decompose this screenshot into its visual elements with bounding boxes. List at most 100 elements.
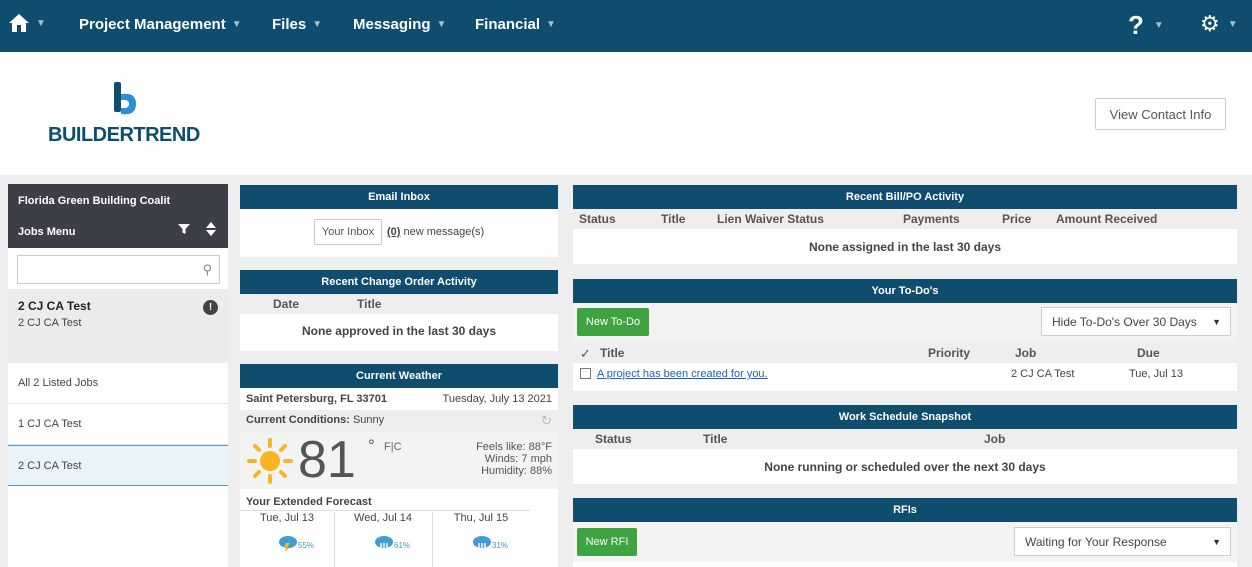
builder-name: Florida Green Building Coalit: [18, 195, 171, 207]
widget-title: Current Weather: [240, 364, 558, 388]
weather-date: Tuesday, July 13 2021: [442, 393, 552, 405]
nav-label: Project Management: [79, 16, 226, 33]
jobs-menu-title: Jobs Menu: [18, 226, 76, 238]
precip-percent: 61%: [394, 541, 411, 550]
view-contact-info-button[interactable]: View Contact Info: [1095, 98, 1226, 130]
divider: [334, 512, 335, 567]
weather-location: Saint Petersburg, FL 33701: [246, 393, 388, 405]
new-todo-button[interactable]: New To-Do: [577, 308, 649, 336]
todo-filter-select[interactable]: Hide To-Do's Over 30 Days ▼: [1041, 307, 1231, 336]
forecast-title: Your Extended Forecast: [246, 496, 372, 508]
widget-title: Email Inbox: [240, 185, 558, 209]
sun-icon: [247, 438, 293, 484]
thunderstorm-icon: [279, 536, 297, 552]
column-header[interactable]: Price: [1002, 212, 1031, 226]
job-list-item[interactable]: 1 CJ CA Test: [8, 404, 228, 445]
rain-icon: [473, 536, 491, 549]
todo-checkbox[interactable]: [580, 368, 591, 379]
buildertrend-logo: BUILDERTREND: [48, 82, 208, 152]
column-header[interactable]: Title: [357, 297, 381, 311]
forecast-day: Thu, Jul 15 31%: [434, 512, 528, 557]
column-header[interactable]: Job: [1015, 346, 1036, 360]
forecast-day-label: Thu, Jul 15: [453, 512, 509, 524]
settings-menu[interactable]: ⚙ ▼: [1200, 11, 1238, 37]
empty-message: None assigned in the last 30 days: [808, 240, 1002, 254]
todo-due: Tue, Jul 13: [1129, 368, 1184, 380]
help-menu[interactable]: ? ▼: [1128, 10, 1164, 41]
divider: [432, 512, 433, 567]
empty-message: None approved in the last 30 days: [301, 324, 497, 338]
column-header-row: ✓ Title Priority Job Due: [573, 343, 1237, 363]
nav-messaging[interactable]: Messaging ▼: [353, 16, 446, 33]
home-icon: [9, 14, 29, 32]
job-list-item-selected[interactable]: 2 CJ CA Test: [8, 445, 228, 486]
rain-icon: [375, 536, 393, 549]
job-list-label: 1 CJ CA Test: [18, 418, 82, 430]
column-header[interactable]: Status: [579, 212, 616, 226]
conditions-value: Sunny: [352, 414, 385, 426]
widget-title: Recent Change Order Activity: [240, 270, 558, 294]
bill-po-widget: Recent Bill/PO Activity Status Title Lie…: [573, 185, 1237, 264]
column-header-row: Date Title: [240, 294, 558, 314]
chevron-down-icon: ▼: [436, 19, 447, 30]
temperature: 81: [298, 431, 356, 489]
nav-project-management[interactable]: Project Management ▼: [79, 16, 242, 33]
column-header[interactable]: Priority: [928, 346, 970, 360]
widget-title: Your To-Do's: [573, 279, 1237, 303]
nav-label: Financial: [475, 16, 541, 33]
column-header[interactable]: Title: [661, 212, 685, 226]
jobs-search-input[interactable]: ⚲: [17, 255, 220, 284]
current-job[interactable]: 2 CJ CA Test 2 CJ CA Test !: [8, 289, 228, 363]
logo-mark-icon: [114, 82, 136, 115]
your-inbox-button[interactable]: Your Inbox: [314, 219, 382, 245]
chevron-down-icon: ▼: [546, 19, 556, 30]
weather-widget: Current Weather Saint Petersburg, FL 337…: [240, 364, 558, 567]
home-menu[interactable]: ▼: [8, 12, 46, 34]
question-icon: ?: [1128, 10, 1144, 40]
column-header[interactable]: Due: [1137, 346, 1160, 360]
new-rfi-button[interactable]: New RFI: [577, 528, 637, 556]
check-icon[interactable]: ✓: [580, 346, 591, 362]
job-list-item-all[interactable]: All 2 Listed Jobs: [8, 363, 228, 404]
todo-title-link[interactable]: A project has been created for you.: [597, 368, 768, 380]
column-header[interactable]: Status: [595, 432, 632, 446]
unit-toggle[interactable]: F|C: [384, 441, 402, 453]
info-icon[interactable]: !: [203, 300, 218, 315]
column-header[interactable]: Amount Received: [1056, 212, 1157, 226]
logo-text: BUILDERTREND: [48, 124, 200, 146]
filter-icon[interactable]: [178, 223, 190, 235]
nav-files[interactable]: Files ▼: [272, 16, 322, 33]
column-header[interactable]: Title: [703, 432, 727, 446]
chevron-down-icon: ▼: [36, 17, 46, 29]
column-header[interactable]: Payments: [903, 212, 960, 226]
current-job-subtitle: 2 CJ CA Test: [18, 317, 82, 329]
new-message-count: (0) new message(s): [387, 226, 484, 238]
divider: [240, 510, 530, 511]
column-header[interactable]: Lien Waiver Status: [717, 212, 824, 226]
column-header[interactable]: Title: [600, 346, 624, 360]
rfi-filter-select[interactable]: Waiting for Your Response ▼: [1014, 527, 1231, 556]
humidity: Humidity: 88%: [481, 465, 552, 477]
column-header[interactable]: Date: [273, 297, 299, 311]
nav-financial[interactable]: Financial ▼: [475, 16, 556, 33]
empty-message: None running or scheduled over the next …: [764, 460, 1046, 474]
nav-label: Files: [272, 16, 307, 33]
change-order-widget: Recent Change Order Activity Date Title …: [240, 270, 558, 351]
current-conditions: Current Conditions: Sunny ↻: [240, 410, 558, 432]
degree-symbol: °: [368, 436, 375, 455]
jobs-panel-header: Florida Green Building Coalit Jobs Menu: [8, 184, 228, 248]
sort-icon[interactable]: [206, 222, 216, 236]
job-list-label: All 2 Listed Jobs: [18, 377, 99, 389]
widget-title: Recent Bill/PO Activity: [573, 185, 1237, 209]
chevron-down-icon: ▼: [1153, 20, 1164, 31]
nav-label: Messaging: [353, 16, 431, 33]
forecast-day: Tue, Jul 13 55%: [240, 512, 334, 557]
gear-icon: ⚙: [1200, 11, 1220, 36]
column-header[interactable]: Job: [984, 432, 1005, 446]
chevron-down-icon: ▼: [312, 19, 323, 30]
message-count-link[interactable]: (0): [387, 226, 400, 238]
refresh-icon[interactable]: ↻: [541, 413, 552, 429]
schedule-widget: Work Schedule Snapshot Status Title Job …: [573, 405, 1237, 484]
selected-value: Waiting for Your Response: [1025, 534, 1167, 549]
search-icon: ⚲: [202, 262, 212, 277]
